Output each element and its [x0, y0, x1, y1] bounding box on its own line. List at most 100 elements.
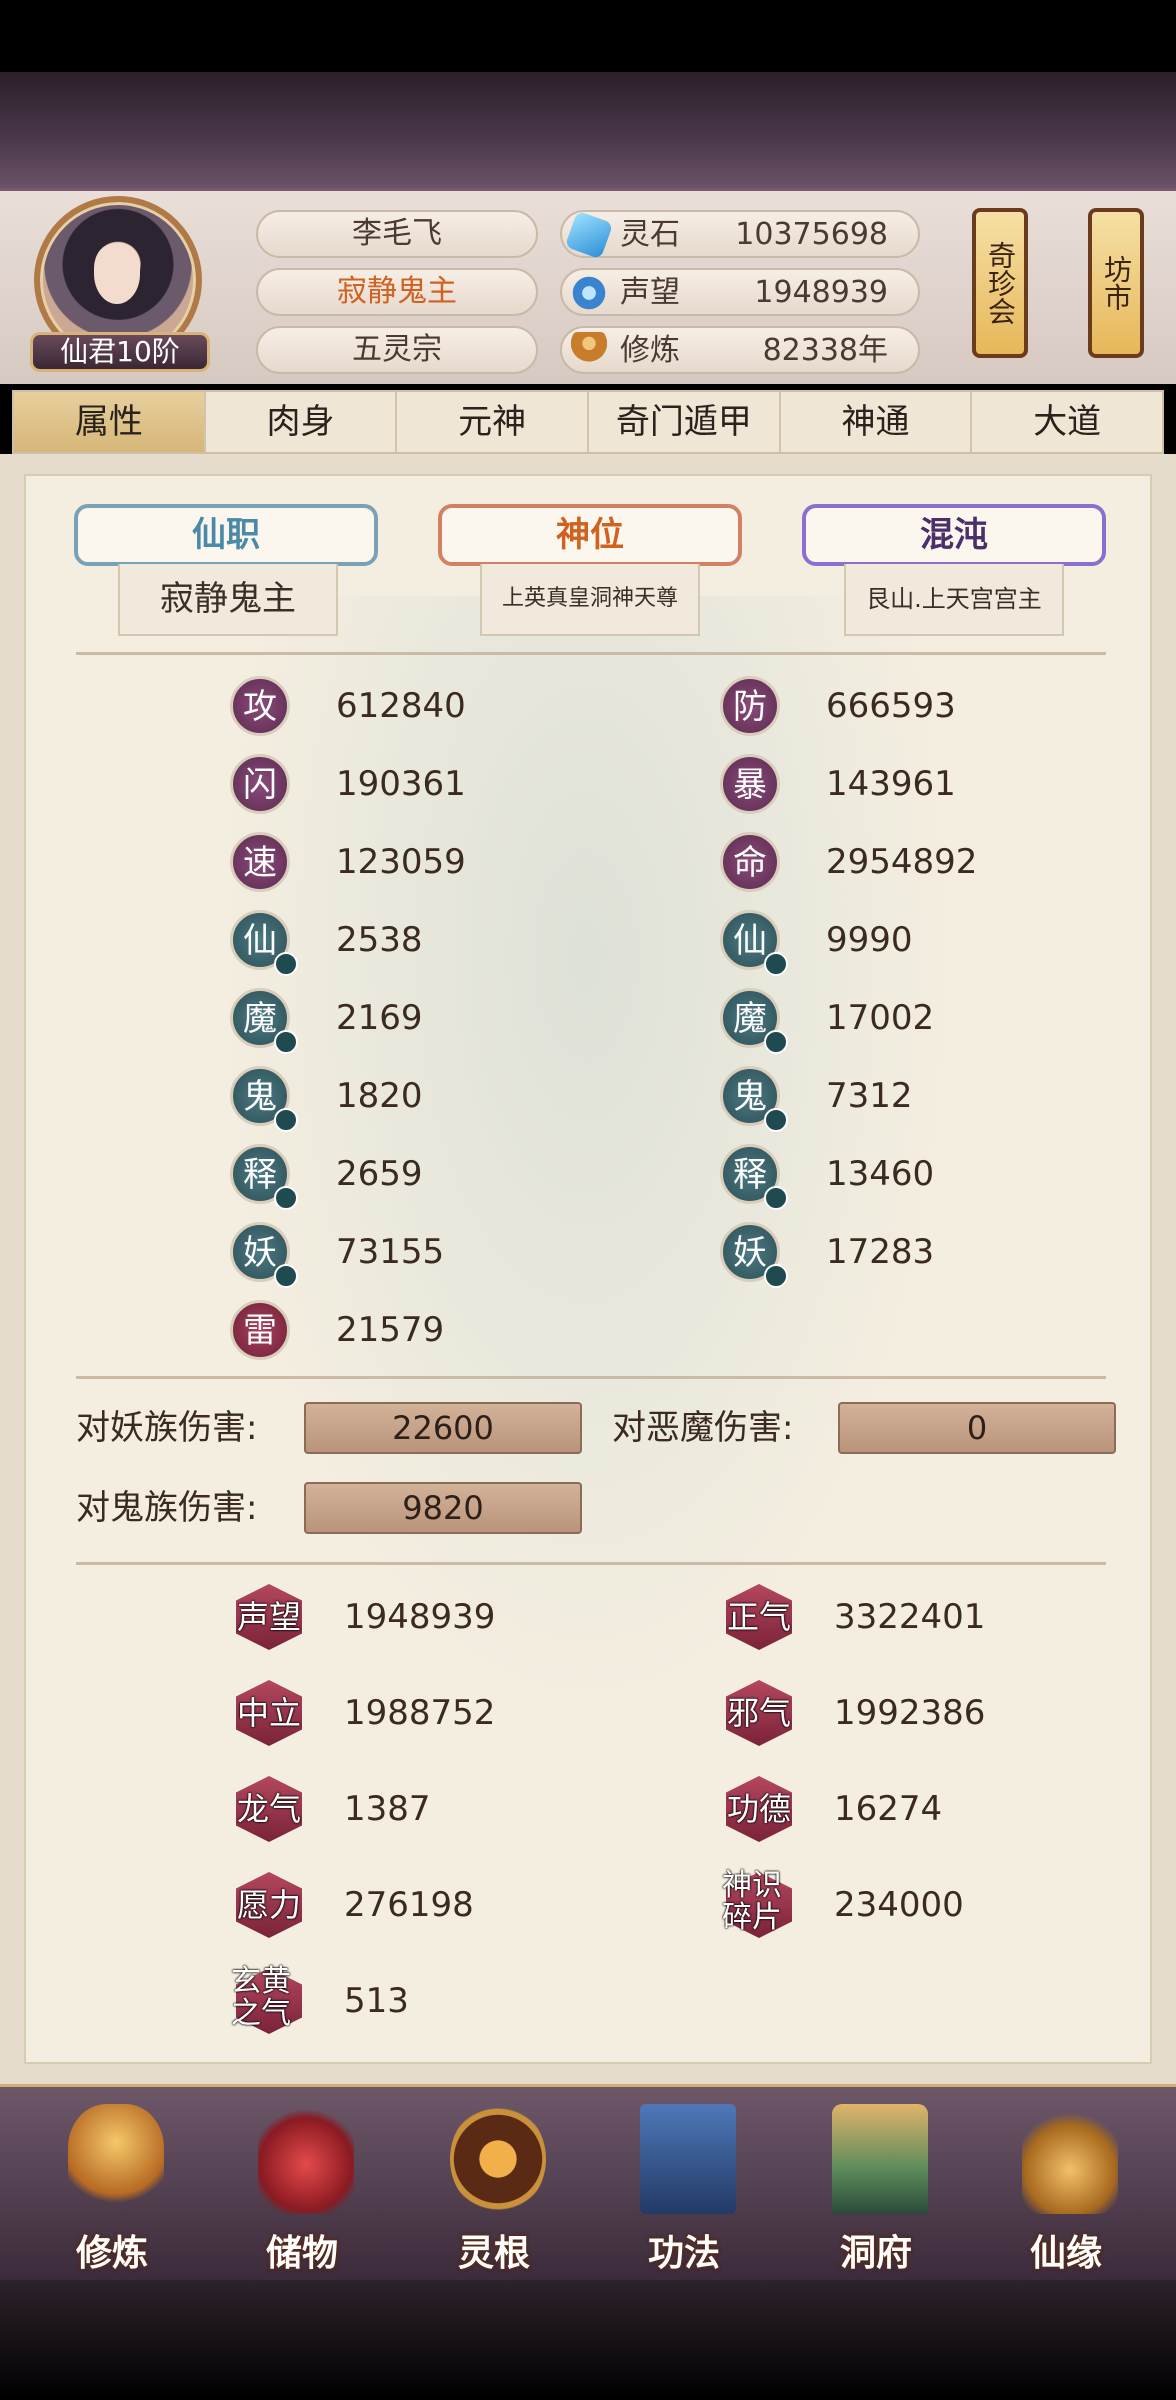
storage-bag-icon — [258, 2104, 354, 2214]
rank-badge: 仙君10阶 — [30, 332, 210, 372]
nav-label: 功法 — [647, 2233, 720, 2274]
buddha-defense-icon: 释 — [720, 1144, 788, 1210]
nav-label: 灵根 — [457, 2233, 530, 2274]
attributes-panel: 仙职 寂静鬼主 神位 上英真皇洞神天尊 混沌 艮山.上天宫宫主 攻 612840… — [24, 474, 1152, 2064]
yao-damage-value: 22600 — [304, 1402, 582, 1454]
crit-value: 143961 — [826, 764, 956, 804]
thunder-icon: 雷 — [230, 1300, 290, 1360]
resource-value: 10375698 — [735, 217, 888, 252]
attack-badge-icon — [274, 1030, 298, 1054]
immortal-attack-value: 2538 — [336, 920, 423, 960]
resource-label: 灵石 — [620, 217, 680, 252]
fame-value: 1948939 — [344, 1597, 496, 1637]
immortal-defense-icon: 仙 — [720, 910, 788, 976]
neutral-value: 1988752 — [344, 1693, 496, 1733]
gui-damage-label: 对鬼族伤害: — [76, 1488, 258, 1528]
neutral-label: 中立 — [236, 1694, 301, 1732]
ghost-attack-icon: 鬼 — [230, 1066, 298, 1132]
tab-attributes[interactable]: 属性 — [14, 392, 206, 452]
nav-cultivate[interactable]: 修炼 — [42, 2104, 182, 2274]
nav-fate[interactable]: 仙缘 — [996, 2104, 1136, 2274]
soul-fragment-value: 234000 — [834, 1885, 964, 1925]
bottom-edge — [0, 2280, 1176, 2400]
status-bar — [0, 0, 1176, 72]
tab-body[interactable]: 肉身 — [206, 392, 398, 452]
evil-label: 邪气 — [726, 1694, 791, 1732]
wish-power-value: 276198 — [344, 1885, 474, 1925]
crit-icon: 暴 — [720, 754, 780, 814]
ghost-defense-icon: 鬼 — [720, 1066, 788, 1132]
attack-icon: 攻 — [230, 676, 290, 736]
dodge-value: 190361 — [336, 764, 466, 804]
wish-power-label: 愿力 — [236, 1886, 301, 1924]
nav-cave-mansion[interactable]: 洞府 — [806, 2104, 946, 2274]
hp-icon: 命 — [720, 832, 780, 892]
resource-spirit-stone: 灵石 10375698 — [560, 210, 920, 260]
defense-badge-icon — [764, 1108, 788, 1132]
tab-dao[interactable]: 大道 — [972, 392, 1162, 452]
avatar-container[interactable]: 仙君10阶 — [30, 196, 210, 376]
defense-badge-icon — [764, 1030, 788, 1054]
dragon-qi-value: 1387 — [344, 1789, 431, 1829]
resource-label: 声望 — [620, 275, 680, 310]
emo-damage-label: 对恶魔伤害: — [612, 1408, 794, 1448]
nav-storage[interactable]: 储物 — [232, 2104, 372, 2274]
buddha-attack-icon: 释 — [230, 1144, 298, 1210]
soul-fragment-label: 神识碎片 — [722, 1868, 782, 1935]
divider — [76, 652, 1106, 655]
buddha-attack-value: 2659 — [336, 1154, 423, 1194]
resource-cultivation: 修炼 82338年 — [560, 326, 920, 374]
attack-badge-icon — [274, 1264, 298, 1288]
demon-attack-value: 2169 — [336, 998, 423, 1038]
player-sect: 五灵宗 — [256, 326, 538, 374]
monster-attack-icon: 妖 — [230, 1222, 298, 1288]
shenwei-value: 上英真皇洞神天尊 — [480, 564, 700, 636]
speed-value: 123059 — [336, 842, 466, 882]
attack-badge-icon — [274, 1186, 298, 1210]
gui-damage-value: 9820 — [304, 1482, 582, 1534]
nav-label: 洞府 — [839, 2233, 912, 2274]
shenwei-ribbon: 神位 — [438, 504, 742, 566]
defense-value: 666593 — [826, 686, 956, 726]
main-panel: 仙职 寂静鬼主 神位 上英真皇洞神天尊 混沌 艮山.上天宫宫主 攻 612840… — [0, 454, 1176, 2084]
nav-technique[interactable]: 功法 — [614, 2104, 754, 2274]
ghost-attack-value: 1820 — [336, 1076, 423, 1116]
merit-value: 16274 — [834, 1789, 943, 1829]
xianzhi-value: 寂静鬼主 — [118, 564, 338, 636]
resource-value: 1948939 — [754, 275, 888, 310]
tab-qimen[interactable]: 奇门遁甲 — [589, 392, 781, 452]
tab-soul[interactable]: 元神 — [397, 392, 590, 452]
xianzhi-ribbon: 仙职 — [74, 504, 378, 566]
gourd-icon — [1022, 2104, 1118, 2214]
demon-defense-icon: 魔 — [720, 988, 788, 1054]
attack-value: 612840 — [336, 686, 466, 726]
avatar-face — [94, 244, 140, 304]
cultivate-icon — [68, 2104, 164, 2214]
immortal-attack-icon: 仙 — [230, 910, 298, 976]
ghost-defense-value: 7312 — [826, 1076, 913, 1116]
speed-icon: 速 — [230, 832, 290, 892]
monster-attack-value: 73155 — [336, 1232, 445, 1272]
monster-defense-icon: 妖 — [720, 1222, 788, 1288]
meditation-icon — [570, 332, 608, 370]
monster-defense-value: 17283 — [826, 1232, 935, 1272]
defense-badge-icon — [764, 952, 788, 976]
spirit-stone-icon — [564, 210, 614, 260]
xuanhuang-value: 513 — [344, 1981, 409, 2021]
buddha-defense-value: 13460 — [826, 1154, 935, 1194]
tab-abilities[interactable]: 神通 — [781, 392, 973, 452]
evil-value: 1992386 — [834, 1693, 986, 1733]
technique-book-icon — [640, 2104, 736, 2214]
fame-label: 声望 — [236, 1598, 301, 1636]
demon-defense-value: 17002 — [826, 998, 935, 1038]
cave-mansion-icon — [832, 2104, 928, 2214]
hundun-value: 艮山.上天宫宫主 — [844, 564, 1064, 636]
nav-label: 修炼 — [75, 2233, 148, 2274]
demon-attack-icon: 魔 — [230, 988, 298, 1054]
nav-spirit-root[interactable]: 灵根 — [424, 2104, 564, 2274]
xuanhuang-label: 玄黄之气 — [231, 1964, 291, 2031]
treasure-fair-button[interactable]: 奇珍会 — [972, 208, 1028, 358]
righteous-value: 3322401 — [834, 1597, 986, 1637]
market-button[interactable]: 坊市 — [1088, 208, 1144, 358]
resource-value: 82338年 — [762, 333, 888, 368]
